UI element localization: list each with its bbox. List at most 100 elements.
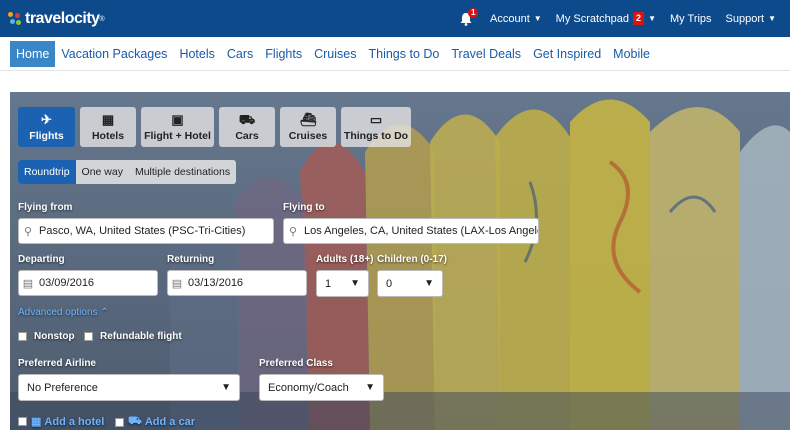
adults-label: Adults (18+): [316, 254, 374, 265]
chevron-down-icon: ▼: [648, 14, 656, 23]
refundable-checkbox[interactable]: Refundable flight: [84, 331, 182, 342]
account-nav: 1 Account ▼ My Scratchpad 2 ▼ My Trips S…: [460, 0, 790, 37]
chevron-down-icon: ▼: [221, 382, 231, 393]
location-pin-icon: ⚲: [288, 225, 298, 238]
luggage-icon: ▣: [171, 111, 184, 127]
flying-from-value: Pasco, WA, United States (PSC-Tri-Cities…: [39, 225, 246, 237]
flying-to-label: Flying to: [283, 202, 325, 213]
scratchpad-menu[interactable]: My Scratchpad 2 ▼: [556, 12, 656, 25]
chevron-down-icon: ▼: [533, 14, 542, 23]
adults-select[interactable]: 1 ▼: [316, 270, 369, 297]
advanced-options-toggle[interactable]: Advanced options ⌃: [18, 307, 109, 318]
nonstop-label: Nonstop: [34, 331, 75, 342]
nav-tab-mobile[interactable]: Mobile: [607, 41, 656, 67]
product-tab-cars[interactable]: ⛟ Cars: [219, 107, 275, 147]
flight-search-panel: ✈ Flights ▦ Hotels ▣ Flight + Hotel ⛟ Ca…: [10, 92, 790, 430]
trip-type-selector: Roundtrip One way Multiple destinations: [18, 160, 237, 184]
preferred-airline-select[interactable]: No Preference ▼: [18, 374, 240, 401]
main-nav: Home Vacation Packages Hotels Cars Fligh…: [0, 37, 790, 71]
product-tab-flights[interactable]: ✈ Flights: [18, 107, 75, 147]
chevron-down-icon: ▼: [350, 278, 360, 289]
children-value: 0: [386, 277, 393, 290]
refundable-label: Refundable flight: [100, 331, 182, 342]
top-header: travelocity ® 1 Account ▼ My Scratchpad …: [0, 0, 790, 37]
account-menu[interactable]: Account ▼: [490, 13, 542, 25]
preferred-class-value: Economy/Coach: [268, 381, 349, 394]
nav-tab-flights[interactable]: Flights: [259, 41, 308, 67]
checkbox-box: [115, 417, 124, 427]
nav-tab-get-inspired[interactable]: Get Inspired: [527, 41, 607, 67]
ticket-icon: ▭: [369, 111, 383, 127]
notifications-bell-icon[interactable]: 1: [460, 7, 479, 26]
product-tab-label: Hotels: [91, 129, 125, 142]
notification-count-badge: 1: [468, 7, 479, 18]
building-icon: ▦: [101, 111, 115, 127]
product-tab-flight-hotel[interactable]: ▣ Flight + Hotel: [141, 107, 214, 147]
preferred-airline-value: No Preference: [27, 381, 98, 394]
product-tab-label: Things to Do: [343, 129, 409, 142]
product-tab-label: Cruises: [288, 129, 328, 142]
product-tab-hotels[interactable]: ▦ Hotels: [80, 107, 136, 147]
building-icon: ▦: [31, 416, 42, 428]
nav-tab-hotels[interactable]: Hotels: [173, 41, 220, 67]
product-tabs: ✈ Flights ▦ Hotels ▣ Flight + Hotel ⛟ Ca…: [18, 107, 416, 147]
flying-from-label: Flying from: [18, 202, 73, 213]
add-car-checkbox[interactable]: ⛟ Add a car: [115, 415, 195, 429]
scratchpad-label: My Scratchpad: [555, 12, 630, 25]
nav-tab-cars[interactable]: Cars: [221, 41, 259, 67]
children-label: Children (0-17): [377, 254, 448, 265]
nav-tab-home[interactable]: Home: [10, 40, 56, 67]
returning-label: Returning: [167, 254, 215, 265]
returning-date-value: 03/13/2016: [188, 277, 244, 289]
departing-date-input[interactable]: ▤ 03/09/2016: [18, 270, 158, 296]
chevron-down-icon: ▼: [365, 382, 375, 393]
product-tab-cruises[interactable]: ⛴ Cruises: [280, 107, 336, 147]
flying-to-value: Los Angeles, CA, United States (LAX-Los …: [304, 225, 538, 237]
chevron-down-icon: ▼: [768, 14, 776, 23]
departing-date-value: 03/09/2016: [39, 277, 95, 289]
product-tab-things-to-do[interactable]: ▭ Things to Do: [341, 107, 411, 147]
preferred-class-select[interactable]: Economy/Coach ▼: [259, 374, 384, 401]
support-label: Support: [725, 12, 765, 25]
nav-tab-cruises[interactable]: Cruises: [308, 41, 362, 67]
checkbox-box: [18, 417, 27, 426]
plane-icon: ✈: [41, 111, 52, 127]
travelocity-logo[interactable]: travelocity ®: [8, 8, 105, 30]
logo-text: travelocity: [25, 10, 100, 27]
logo-star-icon: [8, 12, 22, 26]
add-hotel-checkbox[interactable]: ▦ Add a hotel: [18, 415, 104, 428]
product-tab-label: Flight + Hotel: [144, 129, 211, 142]
returning-date-input[interactable]: ▤ 03/13/2016: [167, 270, 307, 296]
product-tab-label: Flights: [29, 129, 64, 142]
advanced-options-label: Advanced options: [18, 307, 98, 318]
checkbox-box: [18, 332, 27, 341]
nav-tab-things-to-do[interactable]: Things to Do: [362, 41, 445, 67]
trip-type-one-way[interactable]: One way: [76, 160, 129, 184]
preferred-class-label: Preferred Class: [259, 358, 333, 369]
product-tab-label: Cars: [235, 129, 259, 142]
flying-from-input[interactable]: ⚲ Pasco, WA, United States (PSC-Tri-Citi…: [18, 218, 274, 244]
my-trips-link[interactable]: My Trips: [670, 13, 712, 25]
nav-tab-vacation-packages[interactable]: Vacation Packages: [55, 41, 173, 67]
car-icon: ⛟: [238, 111, 256, 127]
support-menu[interactable]: Support ▼: [726, 13, 776, 25]
calendar-icon: ▤: [171, 277, 183, 290]
car-icon: ⛟: [128, 415, 142, 427]
add-hotel-label: Add a hotel: [44, 415, 105, 428]
nonstop-checkbox[interactable]: Nonstop: [18, 331, 75, 342]
trips-label: My Trips: [669, 12, 712, 25]
calendar-icon: ▤: [22, 277, 34, 290]
children-select[interactable]: 0 ▼: [377, 270, 443, 297]
ship-icon: ⛴: [299, 111, 317, 127]
logo-trademark: ®: [99, 15, 105, 23]
trip-type-roundtrip[interactable]: Roundtrip: [18, 160, 76, 184]
departing-label: Departing: [18, 254, 65, 265]
chevron-up-icon: ⌃: [100, 307, 109, 318]
checkbox-box: [84, 332, 93, 341]
flying-to-input[interactable]: ⚲ Los Angeles, CA, United States (LAX-Lo…: [283, 218, 539, 244]
location-pin-icon: ⚲: [23, 225, 33, 238]
account-label: Account: [490, 12, 530, 25]
trip-type-multi-destination[interactable]: Multiple destinations: [129, 160, 236, 184]
scratchpad-count-badge: 2: [633, 12, 645, 25]
nav-tab-travel-deals[interactable]: Travel Deals: [445, 41, 527, 67]
